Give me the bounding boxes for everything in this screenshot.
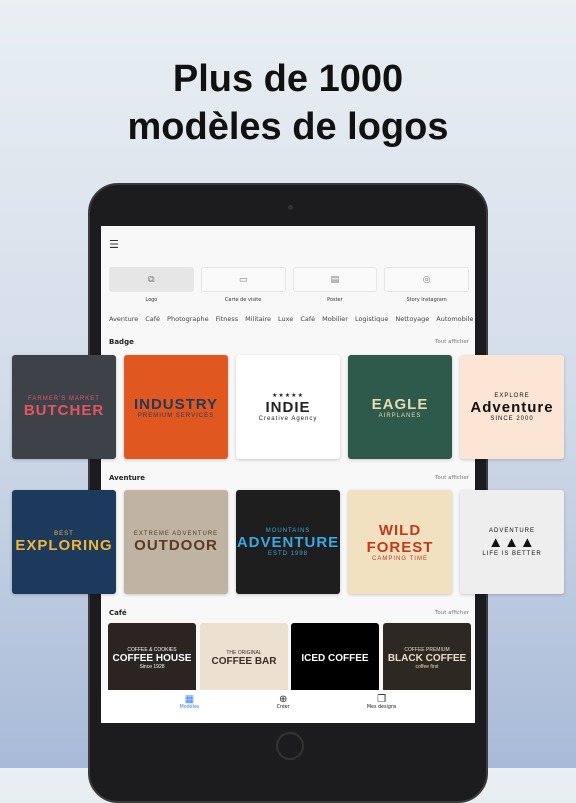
logo-card[interactable]: MOUNTAINS ADVENTURE ESTD 1998 — [236, 490, 340, 594]
logo-main-text: INDIE — [265, 399, 311, 416]
logo-top-text: ★★★★★ — [272, 393, 304, 399]
category-chip[interactable]: Fitness — [216, 315, 239, 323]
logo-main-text: ▲▲▲ — [488, 533, 536, 551]
home-button — [276, 732, 304, 760]
category-chip[interactable]: Café — [300, 315, 315, 323]
category-chip[interactable]: Militaire — [245, 315, 271, 323]
logo-sub-text: coffee first — [415, 663, 439, 670]
shapes-icon: ⧉ — [109, 267, 194, 292]
see-all-link[interactable]: Tout afficher — [435, 339, 469, 345]
section-header-cafe: Café Tout afficher — [109, 609, 469, 617]
tool-label: Story Instagram — [406, 297, 447, 303]
logo-main-text: ICED COFFEE — [301, 652, 369, 664]
logo-main-text: ADVENTURE — [236, 533, 340, 551]
headline-line1: Plus de 1000 — [172, 58, 404, 100]
tool-label: Logo — [145, 297, 158, 303]
section-title: Café — [109, 609, 127, 617]
tool-3[interactable]: ◎ Story Instagram — [384, 267, 469, 303]
nav-0[interactable]: ▦ Modèles — [180, 694, 200, 719]
card-icon: ▭ — [200, 267, 286, 292]
logo-card[interactable]: ICED COFFEE — [291, 623, 379, 693]
logo-card[interactable]: COFFEE & COOKIES COFFEE HOUSE Since 1928 — [108, 623, 196, 693]
logo-card[interactable]: EXTREME ADVENTURE OUTDOOR — [124, 490, 228, 594]
logo-main-text: EXPLORING — [15, 536, 113, 554]
grid-icon: ▦ — [184, 694, 195, 705]
document-icon: ▤ — [292, 267, 378, 292]
nav-1[interactable]: ⊕ Créer — [277, 694, 290, 719]
logo-sub-text: CAMPING TIME — [372, 556, 428, 562]
section-title: Aventure — [109, 474, 145, 482]
logo-main-text: BLACK COFFEE — [387, 652, 467, 664]
logo-card[interactable]: EAGLE AIRPLANES — [348, 355, 452, 459]
logo-main-text: Adventure — [470, 398, 554, 416]
category-chip[interactable]: Café — [145, 315, 160, 323]
template-types: ⧉ Logo ▭ Carte de visite ▤ Poster ◎ Story Insta… — [109, 267, 469, 303]
hamburger-menu-icon[interactable]: ☰ — [109, 238, 119, 251]
logo-main-text: WILD FOREST — [366, 522, 434, 556]
logo-sub-text: Creative Agency — [258, 416, 318, 422]
logo-card[interactable]: ADVENTURE ▲▲▲ LIFE IS BETTER — [460, 490, 564, 594]
tool-2[interactable]: ▤ Poster — [292, 267, 378, 303]
see-all-link[interactable]: Tout afficher — [435, 475, 469, 481]
logo-main-text: COFFEE HOUSE — [112, 652, 192, 664]
copy-icon: ❐ — [377, 694, 387, 705]
nav-label: Mes designs — [366, 705, 397, 710]
logo-main-text: INDUSTRY — [133, 395, 219, 413]
logo-card[interactable]: THE ORIGINAL COFFEE BAR — [200, 623, 288, 693]
logo-sub-text: PREMIUM SERVICES — [137, 412, 215, 419]
section-header-badge: Badge Tout afficher — [109, 338, 469, 346]
logo-main-text: BUTCHER — [23, 401, 105, 419]
category-chip[interactable]: Logistique — [355, 315, 388, 323]
section-title: Badge — [109, 338, 134, 346]
logo-sub-text: LIFE IS BETTER — [482, 550, 542, 557]
category-chip[interactable]: Photographe — [167, 315, 209, 323]
plus-circle-icon: ⊕ — [278, 694, 288, 705]
category-chip[interactable]: Mobilier — [322, 315, 348, 323]
tool-0[interactable]: ⧉ Logo — [109, 267, 194, 303]
category-chip[interactable]: Nettoyage — [395, 315, 429, 323]
instagram-icon: ◎ — [384, 267, 469, 292]
headline: Plus de 1000 modèles de logos — [0, 55, 576, 151]
logo-sub-text: ESTD 1998 — [267, 550, 309, 557]
logo-main-text: EAGLE — [371, 395, 429, 413]
category-chip[interactable]: Automobile — [436, 315, 473, 323]
nav-2[interactable]: ❐ Mes designs — [367, 694, 397, 719]
logo-card[interactable]: WILD FOREST CAMPING TIME — [348, 490, 452, 594]
logo-card[interactable]: COFFEE PREMIUM BLACK COFFEE coffee first — [383, 623, 471, 693]
bottom-nav: ▦ Modèles ⊕ Créer ❐ Mes designs — [101, 690, 475, 723]
logo-sub-text: SINCE 2000 — [490, 415, 534, 422]
logo-sub-text: AIRPLANES — [378, 412, 422, 419]
category-chip[interactable]: Aventure — [109, 315, 138, 323]
nav-label: Modèles — [179, 705, 200, 710]
see-all-link[interactable]: Tout afficher — [435, 610, 469, 616]
tool-label: Poster — [327, 297, 343, 303]
section-header-aventure: Aventure Tout afficher — [109, 474, 469, 482]
category-bar: Aventure Café Photographe Fitness Militaire L… — [109, 315, 475, 323]
app-screen: ☰ ⧉ Logo ▭ Carte de visite ▤ Poster ◎ Story Ins… — [101, 226, 475, 723]
logo-card[interactable]: EXPLORE Adventure SINCE 2000 — [460, 355, 564, 459]
logo-card[interactable]: FARMER'S MARKET BUTCHER — [12, 355, 116, 459]
headline-line2: modèles de logos — [127, 106, 449, 148]
logo-card[interactable]: INDUSTRY PREMIUM SERVICES — [124, 355, 228, 459]
logo-main-text: OUTDOOR — [134, 536, 218, 554]
logo-main-text: COFFEE BAR — [211, 655, 277, 667]
logo-sub-text: Since 1928 — [139, 663, 165, 670]
nav-label: Créer — [276, 705, 290, 710]
tool-label: Carte de visite — [224, 297, 262, 303]
category-chip[interactable]: Luxe — [278, 315, 293, 323]
logo-card[interactable]: ★★★★★ INDIE Creative Agency — [236, 355, 340, 459]
logo-card[interactable]: BEST EXPLORING — [12, 490, 116, 594]
camera — [288, 205, 293, 210]
tool-1[interactable]: ▭ Carte de visite — [200, 267, 286, 303]
